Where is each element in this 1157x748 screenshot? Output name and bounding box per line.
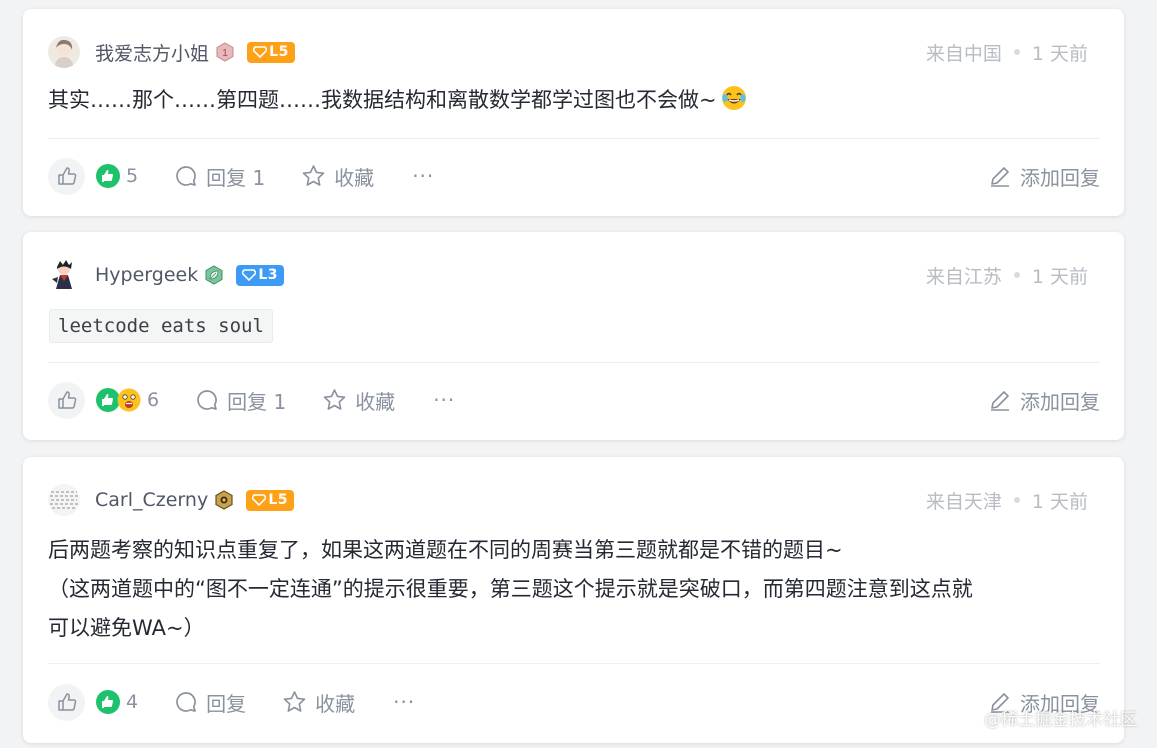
thumbs-up-reaction-icon	[96, 690, 120, 714]
divider	[48, 362, 1100, 363]
favorite-button[interactable]: 收藏	[301, 162, 374, 191]
add-reply-button[interactable]: 添加回复	[988, 162, 1100, 191]
avatar[interactable]	[48, 259, 80, 291]
like-count: 5	[126, 165, 139, 187]
star-icon	[283, 691, 306, 712]
comment-bubble-icon	[176, 166, 196, 186]
thumbs-up-icon	[57, 167, 76, 185]
separator-dot	[1013, 497, 1020, 503]
comment-text: 其实……那个……第四题……我数据结构和离散数学都学过图也不会做~	[48, 88, 717, 112]
rank-badge-icon: 1	[215, 42, 235, 62]
reply-button[interactable]: 回复 1	[195, 386, 286, 415]
leaf-badge-icon	[204, 265, 224, 285]
comment-text-line: 后两题考察的知识点重复了，如果这两道题在不同的周赛当第三题就都是不错的题目~	[48, 538, 843, 562]
diamond-icon	[242, 269, 257, 281]
like-count: 6	[147, 389, 160, 411]
level-badge: L5	[247, 41, 296, 63]
add-reply-label: 添加回复	[1020, 389, 1100, 414]
location: 来自江苏	[925, 265, 1002, 288]
separator-dot	[1013, 272, 1020, 278]
shocked-face-reaction-icon	[117, 388, 141, 412]
favorite-label: 收藏	[334, 165, 375, 190]
favorite-label: 收藏	[315, 691, 356, 716]
comment-header: Hypergeek L3 来自江苏 1 天前	[48, 258, 1088, 292]
like-button[interactable]	[48, 157, 85, 195]
reply-button[interactable]: 回复 1	[174, 162, 265, 191]
like-button[interactable]	[48, 381, 85, 419]
hexagon-badge-icon	[214, 490, 234, 510]
comment-header: 我爱志方小姐 1 L5 来自中国 1 天前	[48, 35, 1088, 69]
comment-bubble-icon	[176, 692, 196, 712]
comment-content: 其实……那个……第四题……我数据结构和离散数学都学过图也不会做~	[48, 81, 1100, 124]
level-label: L3	[258, 267, 279, 283]
action-bar: 5 回复 1 收藏 ··· 添加回复	[48, 156, 1100, 196]
star-icon	[302, 165, 325, 186]
svg-text:1: 1	[222, 48, 228, 59]
separator-dot	[1013, 49, 1020, 55]
comment-meta: 来自中国 1 天前	[926, 39, 1088, 66]
timestamp: 1 天前	[1031, 490, 1088, 513]
level-badge: L3	[236, 264, 285, 286]
add-reply-button[interactable]: 添加回复	[988, 386, 1100, 415]
timestamp: 1 天前	[1031, 42, 1088, 65]
reply-label: 回复	[206, 691, 247, 716]
more-button[interactable]: ···	[393, 690, 415, 714]
username[interactable]: Hypergeek	[95, 264, 198, 286]
comment-meta: 来自天津 1 天前	[926, 487, 1088, 514]
thumbs-up-icon	[57, 693, 76, 711]
inline-code: leetcode eats soul	[49, 309, 273, 343]
more-button[interactable]: ···	[433, 388, 455, 412]
divider	[48, 663, 1100, 664]
edit-pencil-icon	[991, 391, 1009, 411]
reply-label: 回复 1	[227, 389, 287, 414]
action-bar: 6 回复 1 收藏 ··· 添加回复	[48, 380, 1100, 420]
joy-emoji-icon	[721, 85, 747, 124]
favorite-label: 收藏	[355, 389, 396, 414]
diamond-icon	[253, 46, 268, 58]
watermark: @稀土掘金技术社区	[984, 710, 1137, 730]
edit-pencil-icon	[991, 167, 1009, 187]
favorite-button[interactable]: 收藏	[282, 688, 355, 717]
star-icon	[323, 389, 346, 410]
comment-bubble-icon	[197, 390, 217, 410]
timestamp: 1 天前	[1031, 265, 1088, 288]
reply-label: 回复 1	[206, 165, 266, 190]
comment-text-line: （这两道题中的“图不一定连通”的提示很重要，第三题这个提示就是突破口，而第四题注…	[48, 577, 973, 601]
divider	[48, 138, 1100, 139]
favorite-button[interactable]: 收藏	[322, 386, 395, 415]
location: 来自天津	[925, 490, 1002, 513]
comment-text-line: 可以避免WA~）	[48, 616, 205, 640]
username[interactable]: Carl_Czerny	[95, 489, 208, 511]
level-label: L5	[268, 492, 289, 508]
reactions[interactable]: 4	[96, 690, 138, 714]
more-button[interactable]: ···	[412, 164, 434, 188]
diamond-icon	[252, 494, 267, 506]
comment-content: 后两题考察的知识点重复了，如果这两道题在不同的周赛当第三题就都是不错的题目~ （…	[48, 531, 1100, 648]
location: 来自中国	[925, 42, 1002, 65]
action-bar: 4 回复 收藏 ··· 添加回复	[48, 682, 1100, 722]
reactions[interactable]: 5	[96, 164, 138, 188]
comment-card: Hypergeek L3 来自江苏 1 天前 leetcode eats sou…	[23, 232, 1124, 440]
avatar[interactable]	[48, 484, 80, 516]
like-count: 4	[126, 691, 139, 713]
reply-button[interactable]: 回复	[174, 688, 246, 717]
comment-header: Carl_Czerny L5 来自天津 1 天前	[48, 483, 1088, 517]
thumbs-up-reaction-icon	[96, 164, 120, 188]
username[interactable]: 我爱志方小姐	[95, 39, 209, 66]
add-reply-label: 添加回复	[1020, 165, 1100, 190]
level-badge: L5	[246, 489, 295, 511]
like-button[interactable]	[48, 683, 85, 721]
reactions[interactable]: 6	[96, 388, 159, 412]
comment-meta: 来自江苏 1 天前	[926, 262, 1088, 289]
thumbs-up-icon	[57, 391, 76, 409]
comment-card: Carl_Czerny L5 来自天津 1 天前 后两题考察的知识点重复了，如果…	[23, 457, 1124, 743]
level-label: L5	[269, 44, 289, 60]
comment-card: 我爱志方小姐 1 L5 来自中国 1 天前 其实……那个……第四题……我数据结构…	[23, 9, 1124, 216]
avatar[interactable]	[48, 36, 80, 68]
